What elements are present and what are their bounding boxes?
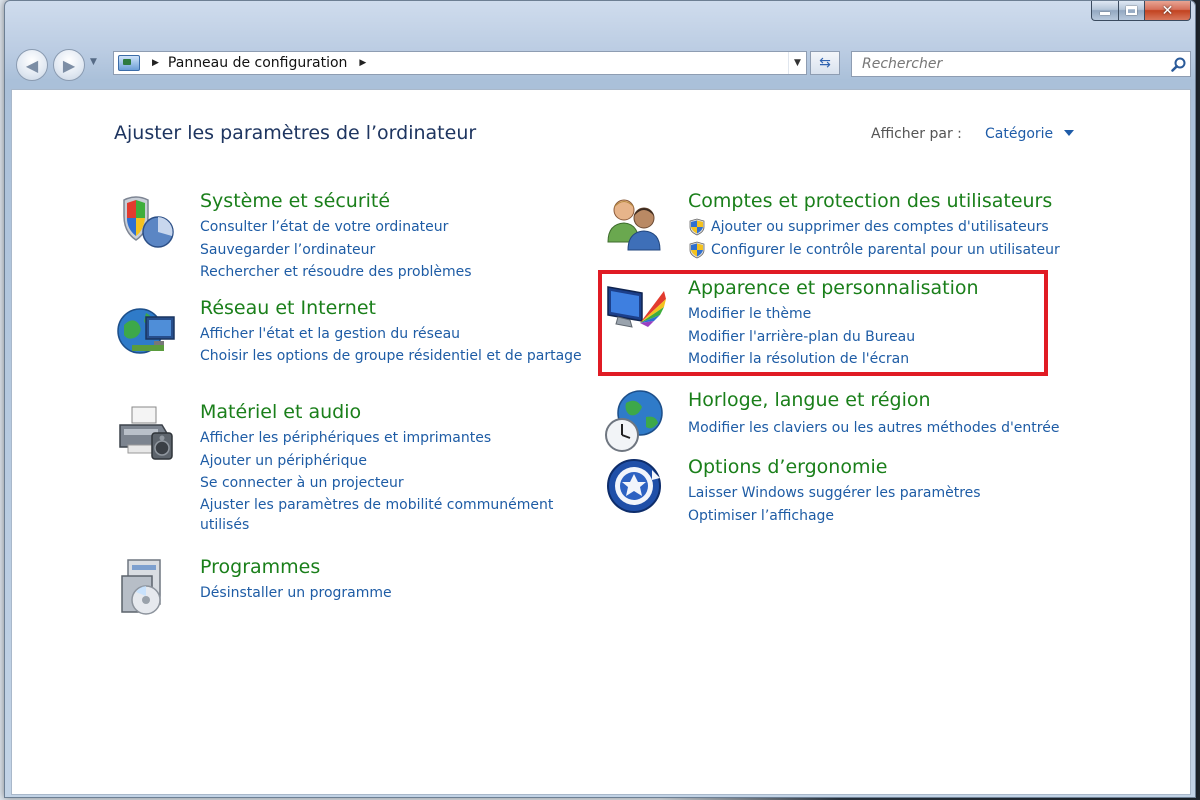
link-label: Ajouter ou supprimer des comptes d'utili… [711,219,1049,235]
forward-button[interactable]: ▶ [53,49,85,81]
category-body: Réseau et Internet Afficher l'état et la… [200,297,590,368]
link-label: Configurer le contrôle parental pour un … [711,241,1060,258]
link-windows-suggest-settings[interactable]: Laisser Windows suggérer les paramètres [688,482,981,505]
network-globe-icon [114,297,178,361]
address-bar[interactable]: ▶ Panneau de configuration ▶ ▼ [113,51,807,75]
uac-shield-icon [689,241,705,259]
minimize-icon [1100,12,1110,15]
view-by-label: Afficher par : [871,126,962,142]
search-input[interactable] [852,52,1166,76]
control-panel-icon [118,55,140,71]
category-body: Options d’ergonomie Laisser Windows sugg… [688,456,981,527]
uac-shield-icon [689,218,705,236]
category-body: Matériel et audio Afficher les périphéri… [200,401,590,538]
back-button[interactable]: ◀ [16,49,48,81]
link-add-device[interactable]: Ajouter un périphérique [200,450,590,473]
link-homegroup-options[interactable]: Choisir les options de groupe résidentie… [200,346,590,367]
category-title-user-accounts[interactable]: Comptes et protection des utilisateurs [688,190,1060,212]
refresh-icon: ⇆ [819,55,831,71]
category-title-programs[interactable]: Programmes [200,556,392,578]
link-devices-printers[interactable]: Afficher les périphériques et imprimante… [200,427,590,450]
link-add-remove-accounts[interactable]: Ajouter ou supprimer des comptes d'utili… [688,216,1060,239]
link-connect-projector[interactable]: Se connecter à un projecteur [200,472,590,495]
address-dropdown-button[interactable]: ▼ [788,52,806,74]
minimize-button[interactable] [1091,1,1119,21]
close-icon: ✕ [1161,2,1174,19]
recent-pages-dropdown[interactable]: ▼ [90,57,97,67]
printer-icon [114,401,178,465]
breadcrumb-control-panel[interactable]: Panneau de configuration [168,55,347,71]
chevron-down-icon: ▼ [794,58,801,68]
maximize-icon [1126,6,1137,15]
search-box [851,51,1191,77]
breadcrumb-separator-icon[interactable]: ▶ [359,58,366,68]
link-backup-computer[interactable]: Sauvegarder l’ordinateur [200,239,472,262]
highlight-annotation-box [598,270,1048,376]
link-optimize-display[interactable]: Optimiser l’affichage [688,505,981,528]
link-change-keyboards[interactable]: Modifier les claviers ou les autres méth… [688,417,1059,440]
navigation-bar: ◀ ▶ ▼ ▶ Panneau de configuration ▶ ▼ ⇆ [5,37,1195,87]
chevron-down-icon: ▼ [90,57,97,67]
window-caption-buttons: ✕ [1091,1,1191,21]
users-icon [602,190,666,254]
category-body: Comptes et protection des utilisateurs A… [688,190,1060,261]
category-title-system-security[interactable]: Système et sécurité [200,190,472,212]
view-by-dropdown[interactable]: Catégorie [985,126,1053,142]
search-icon[interactable] [1166,57,1190,72]
chevron-down-icon[interactable] [1064,130,1074,136]
breadcrumb-separator-icon[interactable]: ▶ [152,58,159,68]
link-network-status[interactable]: Afficher l'état et la gestion du réseau [200,323,590,346]
category-body: Horloge, langue et région Modifier les c… [688,389,1059,440]
link-troubleshoot[interactable]: Rechercher et résoudre des problèmes [200,261,472,284]
category-title-hardware-sound[interactable]: Matériel et audio [200,401,590,423]
link-view-computer-status[interactable]: Consulter l’état de votre ordinateur [200,216,472,239]
category-title-clock-language[interactable]: Horloge, langue et région [688,389,1059,411]
ease-of-access-icon [602,456,666,520]
refresh-button[interactable]: ⇆ [810,51,840,75]
clock-globe-icon [602,389,666,453]
close-button[interactable]: ✕ [1145,1,1191,21]
arrow-left-icon: ◀ [25,55,39,75]
category-body: Système et sécurité Consulter l’état de … [200,190,472,284]
category-title-network-internet[interactable]: Réseau et Internet [200,297,590,319]
content-pane: Ajuster les paramètres de l’ordinateur A… [11,89,1191,795]
link-mobility-settings[interactable]: Ajuster les paramètres de mobilité commu… [200,495,590,536]
maximize-button[interactable] [1119,1,1145,21]
control-panel-window: ✕ ◀ ▶ ▼ ▶ Panneau de configuration ▶ ▼ ⇆ [4,0,1196,798]
page-title: Ajuster les paramètres de l’ordinateur [114,122,477,144]
programs-icon [114,556,178,620]
category-title-ease-of-access[interactable]: Options d’ergonomie [688,456,981,478]
link-parental-controls[interactable]: Configurer le contrôle parental pour un … [688,239,1060,262]
arrow-right-icon: ▶ [62,55,76,75]
link-uninstall-program[interactable]: Désinstaller un programme [200,582,392,605]
category-body: Programmes Désinstaller un programme [200,556,392,605]
shield-icon [114,190,178,254]
